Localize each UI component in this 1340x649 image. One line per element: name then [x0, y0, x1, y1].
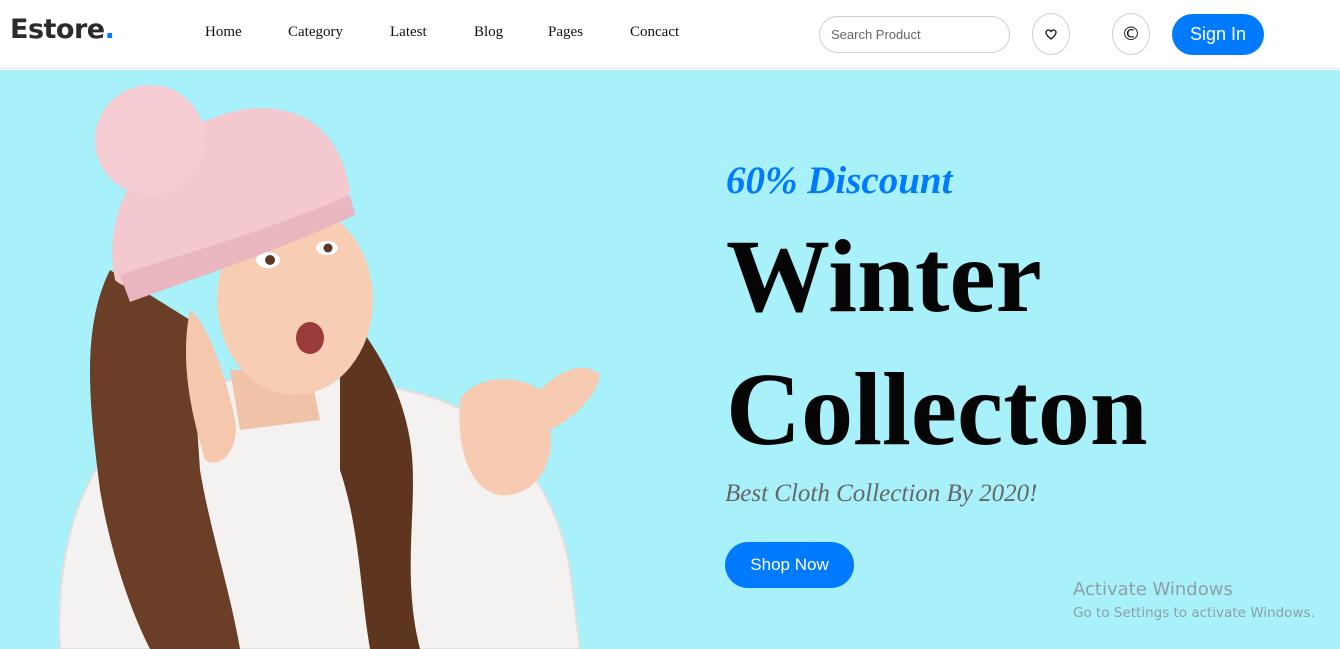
wishlist-button[interactable] [1032, 13, 1070, 55]
nav-category[interactable]: Category [288, 24, 343, 41]
sign-in-button[interactable]: Sign In [1172, 14, 1264, 55]
nav-latest[interactable]: Latest [390, 24, 427, 41]
activation-watermark-title: Activate Windows [1073, 579, 1233, 600]
heart-icon [1045, 28, 1057, 40]
shop-now-button[interactable]: Shop Now [725, 542, 854, 588]
nav-home[interactable]: Home [205, 24, 242, 41]
logo-text: Estore [10, 14, 105, 45]
hero-title-line-1: Winter [726, 219, 1042, 334]
nav-blog[interactable]: Blog [474, 24, 503, 41]
hero-model-image [58, 85, 600, 649]
cart-button[interactable]: © [1112, 13, 1150, 55]
hero-discount: 60% Discount [726, 159, 953, 202]
logo-dot: . [104, 14, 115, 45]
nav-pages[interactable]: Pages [548, 24, 583, 41]
hero-title-line-2: Collecton [726, 352, 1148, 467]
site-header: Estore. Home Category Latest Blog Pages … [0, 0, 1340, 69]
activation-watermark-subtitle: Go to Settings to activate Windows. [1073, 605, 1315, 621]
search-input[interactable] [819, 16, 1010, 53]
hero-subtitle: Best Cloth Collection By 2020! [725, 480, 1038, 507]
logo[interactable]: Estore. [10, 14, 115, 45]
copyright-icon: © [1121, 22, 1141, 45]
nav-contact[interactable]: Concact [630, 24, 679, 41]
hero-banner: 60% Discount Winter Collecton Best Cloth… [0, 70, 1340, 649]
